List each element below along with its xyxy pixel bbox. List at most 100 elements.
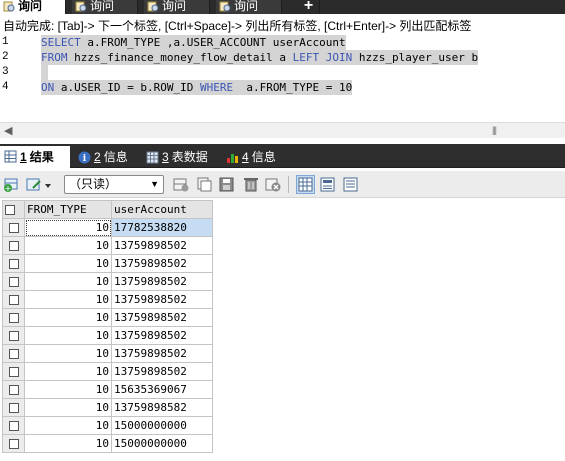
code-text[interactable]: ON a.USER_ID = b.ROW_ID WHERE a.FROM_TYP…	[41, 80, 353, 95]
editor-horizontal-scrollbar[interactable]: ◀ |||	[0, 122, 565, 138]
cell-from-type[interactable]: 10	[24, 380, 112, 399]
cell-from-type[interactable]: 10	[24, 362, 112, 381]
cell-from-type[interactable]: 10	[24, 434, 112, 453]
row-checkbox[interactable]	[8, 313, 19, 323]
row-checkbox-cell[interactable]	[2, 362, 25, 381]
delete-icon[interactable]	[242, 176, 260, 193]
table-row[interactable]: 10 13759898502	[2, 272, 213, 291]
row-checkbox[interactable]	[8, 421, 19, 431]
scroll-left-arrow-icon[interactable]: ◀	[4, 124, 12, 137]
row-checkbox-cell[interactable]	[2, 434, 25, 453]
checkbox-icon[interactable]	[5, 205, 15, 215]
row-checkbox[interactable]	[8, 241, 19, 251]
query-tab[interactable]: 询问	[216, 0, 282, 14]
row-checkbox[interactable]	[8, 277, 19, 287]
cell-user-account[interactable]: 13759898502	[111, 254, 213, 273]
editor-line[interactable]: 1 SELECT a.FROM_TYPE ,a.USER_ACCOUNT user…	[0, 35, 565, 50]
row-checkbox[interactable]	[8, 223, 19, 233]
export-dropdown-icon[interactable]	[25, 176, 53, 193]
code-text[interactable]: SELECT a.FROM_TYPE ,a.USER_ACCOUNT userA…	[41, 35, 346, 50]
duplicate-row-icon[interactable]	[195, 176, 213, 193]
table-row[interactable]: 10 13759898502	[2, 344, 213, 363]
scroll-grip-icon[interactable]: |||	[492, 125, 497, 135]
table-row[interactable]: 10 15000000000	[2, 434, 213, 453]
table-row[interactable]: 10 13759898582	[2, 398, 213, 417]
cell-user-account[interactable]: 13759898502	[111, 236, 213, 255]
cell-from-type[interactable]: 10	[24, 416, 112, 435]
text-view-icon[interactable]	[341, 175, 360, 194]
editor-line[interactable]: 2 FROM hzzs_finance_money_flow_detail a L…	[0, 50, 565, 65]
table-row[interactable]: 10 13759898502	[2, 290, 213, 309]
grid-view-icon[interactable]	[296, 175, 315, 194]
select-all-checkbox[interactable]	[2, 200, 25, 219]
sql-editor[interactable]: 1 SELECT a.FROM_TYPE ,a.USER_ACCOUNT user…	[0, 33, 565, 121]
result-tab[interactable]: 4 信息	[222, 147, 286, 167]
cell-user-account[interactable]: 13759898582	[111, 398, 213, 417]
row-checkbox-cell[interactable]	[2, 290, 25, 309]
row-checkbox[interactable]	[8, 331, 19, 341]
cell-user-account[interactable]: 15000000000	[111, 434, 213, 453]
cell-user-account[interactable]: 15000000000	[111, 416, 213, 435]
new-query-tab-button[interactable]: +	[298, 0, 320, 14]
query-tab[interactable]: 询问	[144, 0, 210, 14]
cell-from-type[interactable]: 10	[24, 326, 112, 345]
row-checkbox-cell[interactable]	[2, 218, 25, 237]
row-checkbox-cell[interactable]	[2, 236, 25, 255]
row-checkbox-cell[interactable]	[2, 416, 25, 435]
table-row[interactable]: 10 17782538820	[2, 218, 213, 237]
table-row[interactable]: 10 13759898502	[2, 362, 213, 381]
readonly-select[interactable]: （只读） ▼	[64, 175, 164, 194]
row-checkbox[interactable]	[8, 349, 19, 359]
row-checkbox[interactable]	[8, 367, 19, 377]
cell-from-type[interactable]: 10	[24, 272, 112, 291]
row-checkbox[interactable]	[8, 403, 19, 413]
row-checkbox-cell[interactable]	[2, 380, 25, 399]
cell-user-account[interactable]: 13759898502	[111, 362, 213, 381]
row-checkbox[interactable]	[8, 385, 19, 395]
cell-from-type[interactable]: 10	[24, 290, 112, 309]
cell-from-type[interactable]: 10	[24, 218, 112, 237]
column-header-user-account[interactable]: userAccount	[111, 200, 213, 219]
cell-from-type[interactable]: 10	[24, 344, 112, 363]
cell-user-account[interactable]: 13759898502	[111, 344, 213, 363]
row-checkbox[interactable]	[8, 295, 19, 305]
cell-user-account[interactable]: 13759898502	[111, 272, 213, 291]
cell-user-account[interactable]: 13759898502	[111, 326, 213, 345]
cell-from-type[interactable]: 10	[24, 236, 112, 255]
row-checkbox[interactable]	[8, 259, 19, 269]
row-checkbox-cell[interactable]	[2, 272, 25, 291]
cell-user-account[interactable]: 17782538820	[111, 218, 213, 237]
column-header-from-type[interactable]: FROM_TYPE	[24, 200, 112, 219]
cell-from-type[interactable]: 10	[24, 398, 112, 417]
code-text[interactable]	[41, 65, 48, 80]
cancel-changes-icon[interactable]	[264, 176, 282, 193]
cell-user-account[interactable]: 13759898502	[111, 290, 213, 309]
table-row[interactable]: 10 13759898502	[2, 308, 213, 327]
insert-row-icon[interactable]	[172, 176, 190, 193]
code-text[interactable]: FROM hzzs_finance_money_flow_detail a LE…	[41, 50, 479, 65]
form-view-icon[interactable]	[318, 175, 337, 194]
query-tab[interactable]: 询问	[72, 0, 138, 14]
row-checkbox-cell[interactable]	[2, 326, 25, 345]
cell-user-account[interactable]: 13759898502	[111, 308, 213, 327]
cell-from-type[interactable]: 10	[24, 308, 112, 327]
table-row[interactable]: 10 15635369067	[2, 380, 213, 399]
table-row[interactable]: 10 13759898502	[2, 254, 213, 273]
editor-line[interactable]: 4 ON a.USER_ID = b.ROW_ID WHERE a.FROM_TY…	[0, 80, 565, 95]
cell-from-type[interactable]: 10	[24, 254, 112, 273]
row-checkbox[interactable]	[8, 439, 19, 449]
row-checkbox-cell[interactable]	[2, 398, 25, 417]
save-icon[interactable]	[218, 176, 236, 193]
table-row[interactable]: 10 13759898502	[2, 236, 213, 255]
table-row[interactable]: 10 15000000000	[2, 416, 213, 435]
editor-line[interactable]: 3	[0, 65, 565, 80]
cell-user-account[interactable]: 15635369067	[111, 380, 213, 399]
row-checkbox-cell[interactable]	[2, 308, 25, 327]
row-checkbox-cell[interactable]	[2, 254, 25, 273]
query-tab[interactable]: 询问	[0, 0, 66, 14]
add-row-icon[interactable]: +	[3, 176, 21, 193]
result-tab[interactable]: 1 结果	[0, 146, 70, 168]
result-tab[interactable]: i 2 信息	[74, 147, 138, 167]
result-tab[interactable]: 3 表数据	[142, 147, 218, 167]
row-checkbox-cell[interactable]	[2, 344, 25, 363]
